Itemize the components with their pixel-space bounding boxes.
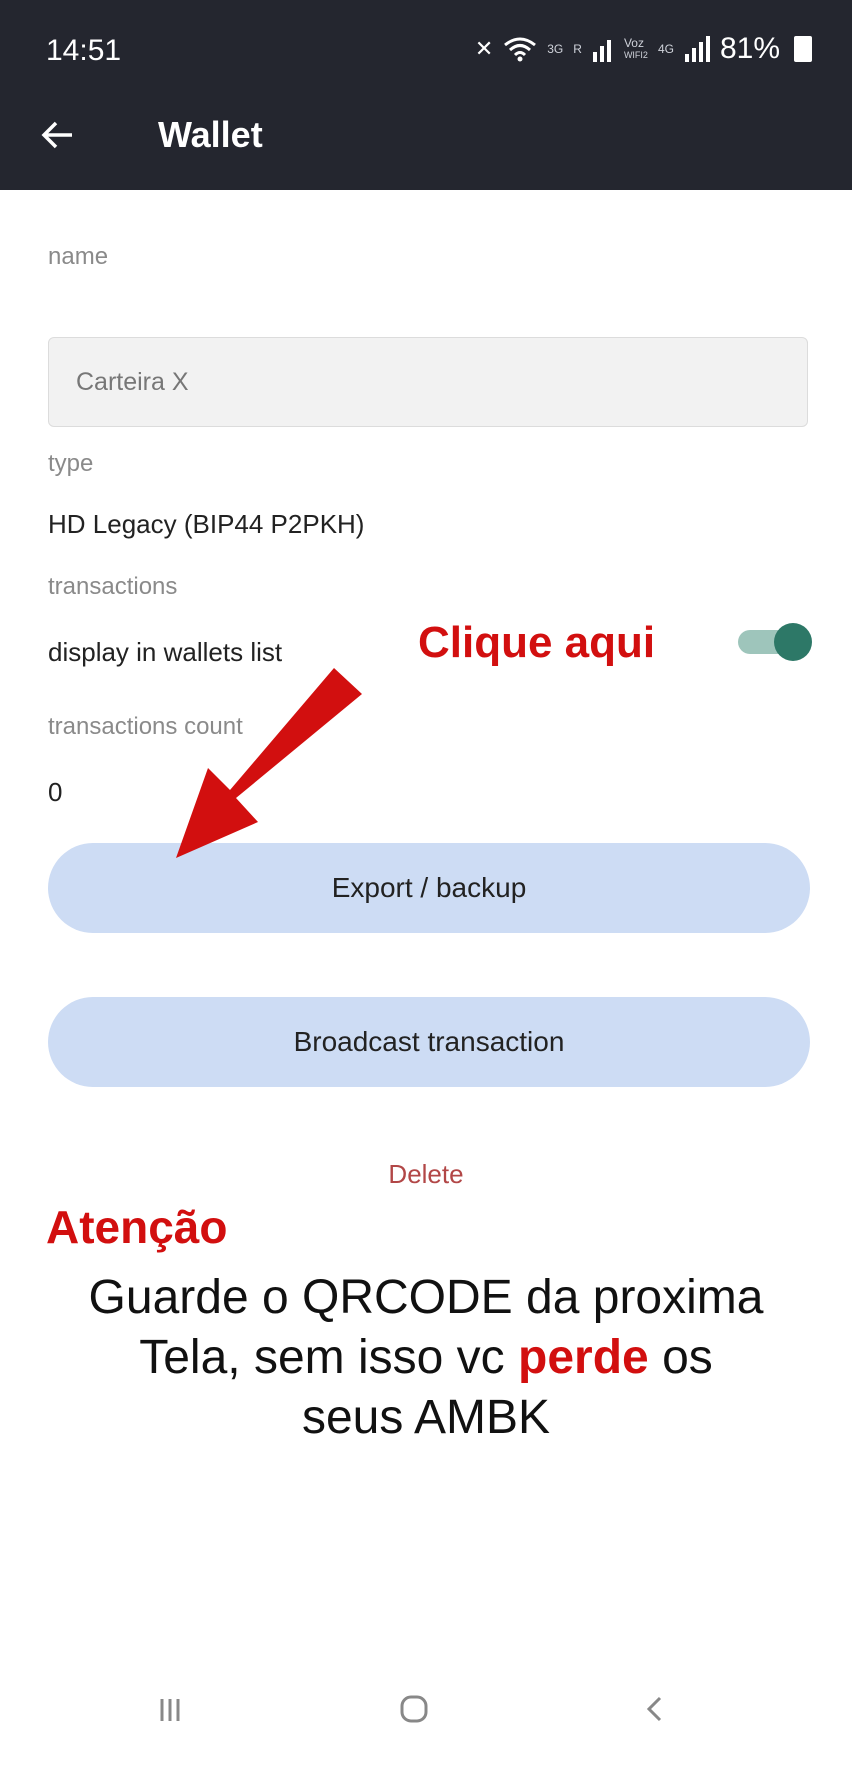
app-bar: Wallet <box>0 100 852 190</box>
warning-highlight: perde <box>518 1331 649 1384</box>
battery-percent: 81% <box>719 32 780 65</box>
home-button[interactable] <box>394 1689 454 1739</box>
warning-line-2: Tela, sem isso vc perde os <box>0 1328 852 1388</box>
annotation-attention: Atenção <box>46 1201 228 1253</box>
network-4g-label: 4G <box>657 42 674 56</box>
signal-icon-2 <box>684 36 710 62</box>
warning-line-3: seus AMBK <box>301 1391 551 1444</box>
warning-line-1: Guarde o QRCODE da proxima <box>88 1271 764 1324</box>
wallet-settings-screen: 14:51 ✕ 3G R Voz WIFI2 4G 81% Wallet nam… <box>0 0 852 1775</box>
status-bar: 14:51 ✕ 3G R Voz WIFI2 4G 81% <box>0 0 852 100</box>
transactions-label: transactions <box>48 573 178 600</box>
warning-line-2-end: os <box>648 1331 713 1384</box>
type-label: type <box>48 450 94 477</box>
toggle-thumb <box>774 623 812 661</box>
broadcast-transaction-button[interactable]: Broadcast transaction <box>48 997 810 1087</box>
carrier-r-label: R <box>573 42 582 56</box>
annotation-click-here: Clique aqui <box>418 618 656 667</box>
recents-icon <box>160 1699 180 1721</box>
wallet-name-input[interactable] <box>48 337 808 427</box>
battery-icon <box>794 36 812 62</box>
system-back-button[interactable] <box>636 1689 696 1739</box>
voz-wifi-indicator: Voz WIFI2 <box>624 37 648 61</box>
arrow-left-icon <box>41 121 72 149</box>
back-button[interactable] <box>40 112 90 162</box>
system-nav-bar <box>0 1665 852 1775</box>
page-title: Wallet <box>158 114 263 155</box>
transactions-count-label: transactions count <box>48 713 243 740</box>
voz-label: Voz <box>623 36 644 50</box>
type-value: HD Legacy (BIP44 P2PKH) <box>48 509 365 539</box>
name-label: name <box>48 243 109 270</box>
status-indicators: ✕ 3G R Voz WIFI2 4G 81% <box>475 32 812 66</box>
status-time: 14:51 <box>46 34 122 67</box>
warning-line-2-start: Tela, sem isso vc <box>139 1331 519 1384</box>
signal-icon-1 <box>592 40 611 62</box>
mute-icon: ✕ <box>474 36 494 61</box>
recents-button[interactable] <box>150 1689 210 1739</box>
delete-button[interactable]: Delete <box>0 1159 852 1190</box>
wifi2-label: WIFI2 <box>623 50 648 60</box>
transactions-count-value: 0 <box>48 777 63 807</box>
network-3g-label: 3G <box>547 42 564 56</box>
home-icon <box>400 1695 428 1723</box>
wifi-icon <box>504 37 537 62</box>
back-icon <box>646 1696 662 1722</box>
display-in-list-toggle[interactable] <box>738 623 812 661</box>
export-backup-button[interactable]: Export / backup <box>48 843 810 933</box>
display-in-list-label: display in wallets list <box>48 637 283 667</box>
annotation-warning: Guarde o QRCODE da proxima Tela, sem iss… <box>0 1268 852 1448</box>
